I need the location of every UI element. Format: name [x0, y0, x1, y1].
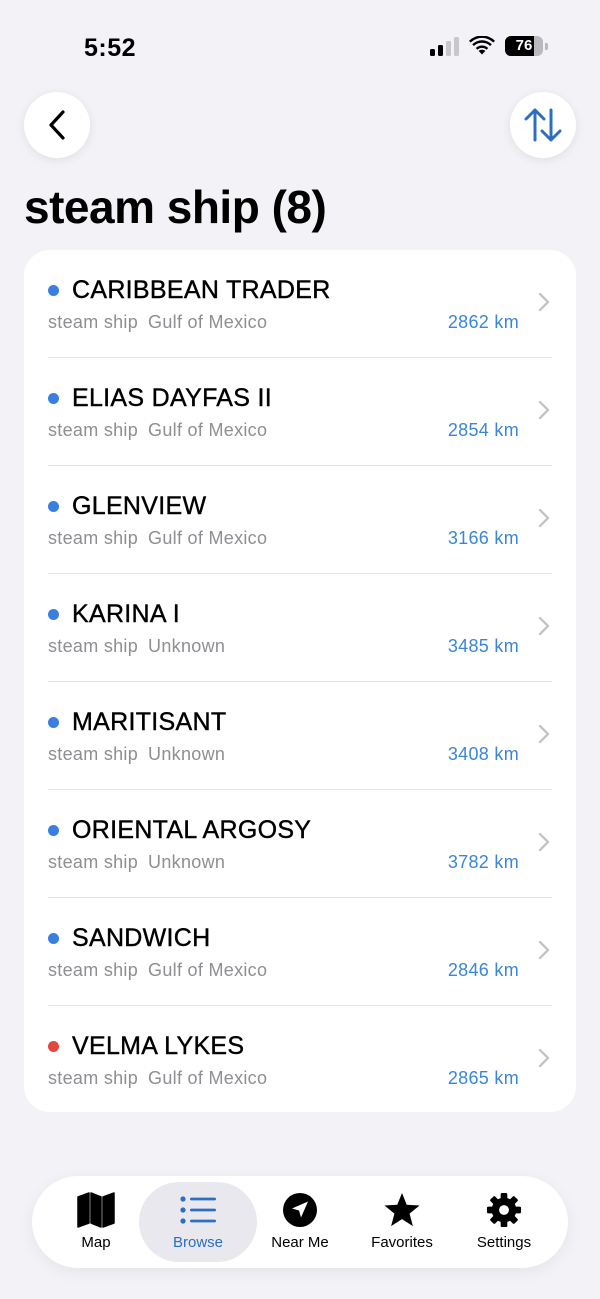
map-icon [77, 1192, 115, 1228]
status-bar: 5:52 76 [0, 0, 600, 96]
ship-details: steam ship Unknown [48, 636, 225, 657]
status-time: 5:52 [84, 34, 137, 62]
status-dot [48, 825, 59, 836]
ship-distance: 2846 km [447, 960, 519, 980]
wifi-icon [469, 36, 495, 55]
ship-name: CARIBBEAN TRADER [72, 276, 331, 304]
status-dot [48, 393, 59, 404]
ship-location: Gulf of Mexico [148, 312, 268, 332]
chevron-left-icon [49, 110, 65, 140]
ship-name: ORIENTAL ARGOSY [72, 816, 312, 844]
list-item[interactable]: ORIENTAL ARGOSY steam ship Unknown 3782 km [24, 790, 576, 898]
ship-details: steam ship Unknown [48, 744, 225, 765]
tab-favorites[interactable]: Favorites [343, 1182, 461, 1262]
ship-distance: 3485 km [447, 636, 519, 656]
chevron-right-icon [538, 724, 550, 744]
sort-arrows-icon [524, 108, 562, 142]
ship-details: steam ship Gulf of Mexico [48, 960, 267, 981]
ship-details: steam ship Gulf of Mexico [48, 1068, 267, 1089]
chevron-right-icon [538, 1048, 550, 1068]
tab-label: Map [81, 1234, 111, 1251]
battery-tip [545, 42, 548, 50]
page-title: steam ship (8) [24, 181, 327, 233]
list-item[interactable]: ELIAS DAYFAS II steam ship Gulf of Mexico 2… [24, 358, 576, 466]
ship-location: Unknown [148, 852, 226, 872]
ship-type: steam ship [48, 420, 139, 440]
tab-label: Near Me [271, 1234, 329, 1251]
tab-label: Settings [476, 1234, 532, 1251]
battery-level: 76 [515, 37, 533, 54]
tab-bar: Map Browse Near Me Favorites Settings [32, 1176, 568, 1268]
list-item[interactable]: MARITISANT steam ship Unknown 3408 km [24, 682, 576, 790]
list-item[interactable]: KARINA I steam ship Unknown 3485 km [24, 574, 576, 682]
ship-location: Unknown [148, 636, 226, 656]
ship-name: ELIAS DAYFAS II [72, 384, 272, 412]
gear-icon [486, 1192, 522, 1228]
status-icons: 76 [430, 36, 548, 56]
chevron-right-icon [538, 400, 550, 420]
ship-list: CARIBBEAN TRADER steam ship Gulf of Mexico… [24, 250, 576, 1112]
ship-location: Gulf of Mexico [148, 420, 268, 440]
ship-name: VELMA LYKES [72, 1032, 245, 1060]
list-item[interactable]: CARIBBEAN TRADER steam ship Gulf of Mexico… [24, 250, 576, 358]
ship-name: GLENVIEW [72, 492, 207, 520]
status-dot [48, 933, 59, 944]
ship-name: KARINA I [72, 600, 180, 628]
ship-type: steam ship [48, 1068, 139, 1088]
ship-distance: 3408 km [447, 744, 519, 764]
chevron-right-icon [538, 508, 550, 528]
ship-distance: 3782 km [447, 852, 519, 872]
location-arrow-icon [283, 1193, 317, 1227]
status-dot [48, 1041, 59, 1052]
status-dot [48, 501, 59, 512]
back-button[interactable] [24, 92, 90, 158]
list-icon [180, 1196, 216, 1224]
ship-details: steam ship Gulf of Mexico [48, 528, 267, 549]
status-dot [48, 717, 59, 728]
list-item[interactable]: VELMA LYKES steam ship Gulf of Mexico 2865 … [24, 1006, 576, 1112]
tab-settings[interactable]: Settings [445, 1182, 563, 1262]
chevron-right-icon [538, 616, 550, 636]
sort-button[interactable] [510, 92, 576, 158]
status-dot [48, 285, 59, 296]
ship-location: Gulf of Mexico [148, 528, 268, 548]
ship-type: steam ship [48, 960, 139, 980]
ship-location: Gulf of Mexico [148, 1068, 268, 1088]
battery-icon: 76 [505, 36, 543, 56]
ship-type: steam ship [48, 744, 139, 764]
ship-details: steam ship Gulf of Mexico [48, 312, 267, 333]
ship-location: Unknown [148, 744, 226, 764]
list-item[interactable]: SANDWICH steam ship Gulf of Mexico 2846 km [24, 898, 576, 1006]
ship-details: steam ship Unknown [48, 852, 225, 873]
chevron-right-icon [538, 292, 550, 312]
chevron-right-icon [538, 832, 550, 852]
ship-distance: 3166 km [447, 528, 519, 548]
ship-type: steam ship [48, 528, 139, 548]
ship-details: steam ship Gulf of Mexico [48, 420, 267, 441]
status-dot [48, 609, 59, 620]
tab-label: Browse [172, 1234, 224, 1251]
ship-type: steam ship [48, 852, 139, 872]
ship-location: Gulf of Mexico [148, 960, 268, 980]
star-icon [384, 1192, 420, 1227]
ship-distance: 2854 km [447, 420, 519, 440]
ship-type: steam ship [48, 636, 139, 656]
list-item[interactable]: GLENVIEW steam ship Gulf of Mexico 3166 km [24, 466, 576, 574]
tab-near-me[interactable]: Near Me [241, 1182, 359, 1262]
tab-browse[interactable]: Browse [139, 1182, 257, 1262]
ship-name: MARITISANT [72, 708, 227, 736]
chevron-right-icon [538, 940, 550, 960]
ship-name: SANDWICH [72, 924, 211, 952]
ship-type: steam ship [48, 312, 139, 332]
ship-distance: 2862 km [447, 312, 519, 332]
ship-distance: 2865 km [447, 1068, 519, 1088]
cellular-signal-icon [430, 36, 459, 56]
tab-map[interactable]: Map [37, 1182, 155, 1262]
tab-label: Favorites [371, 1234, 433, 1251]
